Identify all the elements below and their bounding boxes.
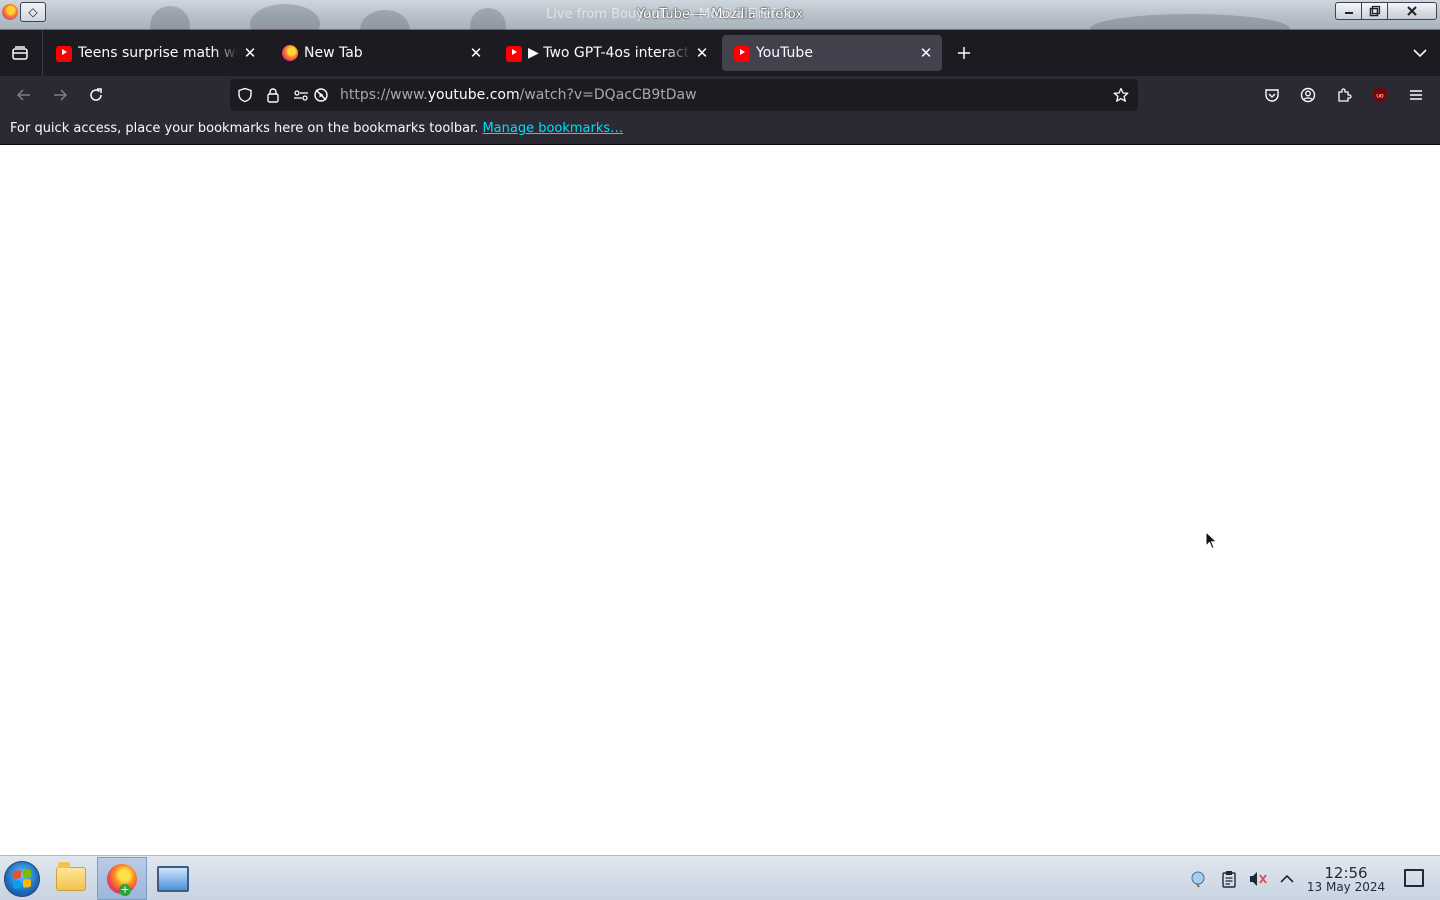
- firefox-view-icon: [12, 46, 28, 60]
- back-arrow-icon: [16, 89, 30, 101]
- reload-button[interactable]: [82, 81, 110, 109]
- maximize-button[interactable]: [1361, 2, 1388, 20]
- monitor-icon: [157, 865, 189, 892]
- autoplay-blocked-button[interactable]: [312, 87, 330, 103]
- ublock-origin-icon: uo: [1373, 88, 1387, 102]
- new-tab-button[interactable]: [952, 41, 976, 65]
- plus-icon: [958, 47, 970, 59]
- taskbar: 12:56 13 May 2024: [0, 855, 1440, 900]
- close-icon: [1407, 6, 1417, 16]
- taskbar-file-manager[interactable]: [46, 857, 96, 900]
- chevron-down-icon: [1413, 49, 1427, 58]
- url-prefix: https://www.: [340, 87, 428, 103]
- tab-new-tab[interactable]: New Tab ✕: [270, 35, 492, 71]
- bookmarks-toolbar: For quick access, place your bookmarks h…: [0, 114, 1440, 145]
- tab-teens-surprise[interactable]: Teens surprise math wor ✕: [44, 35, 266, 71]
- list-all-tabs-button[interactable]: [1408, 41, 1432, 65]
- pocket-icon: [1265, 89, 1279, 102]
- star-icon: [1113, 87, 1129, 102]
- bookmarks-empty-message: For quick access, place your bookmarks h…: [10, 121, 623, 136]
- tab-two-gpt4os[interactable]: ▶ Two GPT-4os interactin ✕: [494, 35, 718, 71]
- url-text[interactable]: https://www.youtube.com/watch?v=DQacCB9t…: [340, 87, 697, 103]
- autoplay-blocked-icon: [314, 88, 328, 102]
- window-title: Live from Bouyant... — Mozilla Firefox Y…: [0, 7, 1440, 22]
- page-content[interactable]: [0, 145, 1440, 855]
- taskbar-remote-desktop[interactable]: [148, 857, 198, 900]
- youtube-icon: [734, 46, 750, 62]
- tab-close-button[interactable]: ✕: [464, 41, 488, 65]
- tab-label: YouTube: [756, 45, 813, 61]
- firefox-icon: [282, 45, 298, 61]
- bookmark-star-button[interactable]: [1112, 87, 1130, 103]
- account-button[interactable]: [1298, 85, 1318, 105]
- bookmarks-message-text: For quick access, place your bookmarks h…: [10, 121, 479, 136]
- address-bar[interactable]: https://www.youtube.com/watch?v=DQacCB9t…: [230, 79, 1138, 111]
- site-info-button[interactable]: [264, 87, 282, 103]
- permissions-icon: [294, 90, 308, 101]
- tracking-protection-icon[interactable]: [236, 87, 254, 103]
- tab-youtube[interactable]: YouTube ✕: [722, 35, 942, 71]
- clipboard-icon: [1222, 871, 1236, 888]
- tray-clipboard[interactable]: [1219, 869, 1239, 889]
- lock-icon: [267, 88, 279, 103]
- pocket-button[interactable]: [1262, 85, 1282, 105]
- windows-logo-icon: [13, 869, 31, 889]
- clock-date[interactable]: 13 May 2024: [1300, 880, 1392, 894]
- youtube-icon: [506, 46, 522, 62]
- tab-strip: Teens surprise math wor ✕ New Tab ✕ ▶ Tw…: [0, 30, 1440, 76]
- chevron-up-icon: [1280, 874, 1294, 883]
- tray-show-hidden[interactable]: [1277, 869, 1297, 889]
- tab-close-button[interactable]: ✕: [238, 41, 262, 65]
- puzzle-icon: [1338, 88, 1352, 102]
- tab-close-button[interactable]: ✕: [690, 41, 714, 65]
- volume-muted-icon: [1250, 872, 1267, 886]
- tray-volume[interactable]: [1248, 869, 1268, 889]
- tray-network-tool[interactable]: [1188, 869, 1208, 889]
- mouse-pointer-icon: [1205, 531, 1218, 550]
- youtube-icon: [56, 46, 72, 62]
- back-button[interactable]: [10, 81, 38, 109]
- app-menu-button[interactable]: [1406, 85, 1426, 105]
- url-host: youtube.com: [427, 87, 520, 103]
- permissions-button[interactable]: [292, 87, 310, 103]
- tab-close-button[interactable]: ✕: [914, 41, 938, 65]
- restore-icon: [1369, 5, 1380, 17]
- forward-button[interactable]: [46, 81, 74, 109]
- minimize-button[interactable]: [1335, 2, 1362, 20]
- hamburger-menu-icon: [1410, 90, 1422, 100]
- manage-bookmarks-link[interactable]: Manage bookmarks…: [482, 121, 623, 136]
- start-menu-button[interactable]: [4, 861, 40, 897]
- tab-label: New Tab: [304, 45, 363, 61]
- shield-icon: [238, 87, 252, 103]
- close-window-button[interactable]: [1387, 2, 1437, 20]
- window-title-ghost: Live from Bouyant... — Mozilla Firefox: [546, 7, 791, 22]
- network-globe-icon: [1191, 871, 1205, 888]
- reload-icon: [90, 88, 102, 101]
- show-desktop-button[interactable]: [1404, 869, 1424, 887]
- svg-text:uo: uo: [1376, 93, 1384, 100]
- minimize-icon: [1344, 12, 1353, 14]
- forward-arrow-icon: [54, 89, 68, 101]
- url-path: /watch?v=DQacCB9tDaw: [519, 87, 697, 103]
- account-icon: [1300, 87, 1316, 103]
- tab-label: Teens surprise math wor: [78, 45, 238, 61]
- window-titlebar[interactable]: ◇ Live from Bouyant... — Mozilla Firefox…: [0, 0, 1440, 50]
- taskbar-firefox[interactable]: [97, 857, 147, 900]
- ublock-origin-button[interactable]: uo: [1370, 85, 1390, 105]
- firefox-view-button[interactable]: [8, 42, 32, 64]
- folder-icon: [56, 861, 86, 891]
- tab-label: ▶ Two GPT-4os interactin: [528, 45, 690, 61]
- tab-divider: [42, 30, 43, 76]
- extensions-button[interactable]: [1334, 85, 1354, 105]
- navigation-toolbar: https://www.youtube.com/watch?v=DQacCB9t…: [0, 76, 1440, 114]
- firefox-icon: [107, 863, 137, 896]
